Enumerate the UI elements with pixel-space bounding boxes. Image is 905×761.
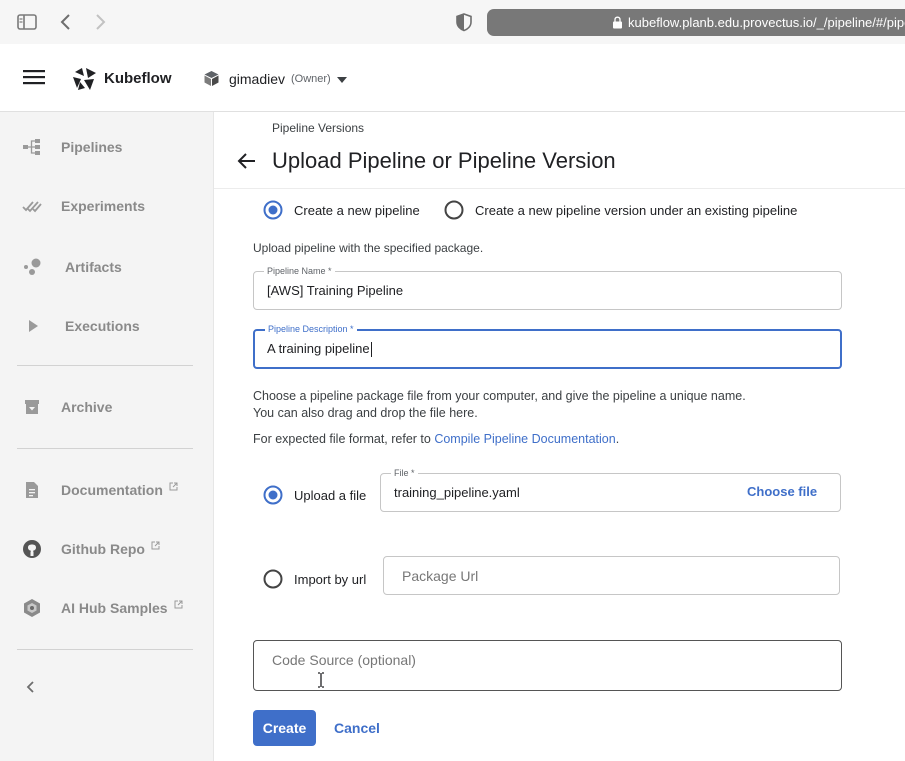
- pipelines-icon: [23, 139, 40, 155]
- sidebar-item-label-wrap: AI Hub Samples: [61, 600, 183, 616]
- code-source-placeholder: Code Source (optional): [272, 652, 416, 668]
- file-field[interactable]: File * training_pipeline.yaml Choose fil…: [380, 467, 841, 512]
- radio-upload-file[interactable]: [263, 485, 283, 505]
- browser-toolbar: kubeflow.planb.edu.provectus.io/_/pipeli…: [0, 0, 905, 44]
- sidebar-item-label: Executions: [65, 318, 140, 334]
- code-source-field[interactable]: Code Source (optional): [253, 640, 842, 691]
- file-label: File *: [391, 467, 418, 479]
- app-header: Kubeflow gimadiev (Owner): [0, 44, 905, 112]
- instructions-line-2: You can also drag and drop the file here…: [253, 406, 478, 420]
- external-link-icon: [169, 482, 178, 491]
- sidebar-item-label-wrap: Documentation: [61, 482, 178, 498]
- document-icon: [26, 482, 38, 498]
- executions-icon: [29, 320, 38, 332]
- brand-name: Kubeflow: [104, 70, 172, 87]
- cancel-button[interactable]: Cancel: [334, 720, 380, 736]
- archive-icon: [25, 400, 39, 414]
- sidebar-item-label: AI Hub Samples: [61, 600, 168, 616]
- artifacts-icon: [24, 258, 41, 275]
- compile-docs-link[interactable]: Compile Pipeline Documentation: [434, 432, 615, 446]
- namespace-name: gimadiev: [229, 71, 286, 87]
- sidebar-item-experiments[interactable]: Experiments: [0, 186, 213, 226]
- pipeline-description-value-wrap: A training pipeline: [267, 341, 372, 358]
- package-url-placeholder: Package Url: [402, 568, 479, 584]
- address-bar[interactable]: kubeflow.planb.edu.provectus.io/_/pipeli…: [487, 9, 905, 36]
- pipeline-description-label: Pipeline Description *: [265, 323, 357, 335]
- sidebar-item-label: Documentation: [61, 482, 163, 498]
- sidebar-toggle-icon[interactable]: [16, 11, 38, 33]
- namespace-cube-icon: [204, 71, 219, 86]
- radio-label-import-url[interactable]: Import by url: [294, 572, 366, 587]
- pipeline-description-field[interactable]: Pipeline Description * A training pipeli…: [253, 323, 842, 369]
- dropdown-caret-icon: [337, 77, 347, 83]
- sidebar-divider: [17, 649, 193, 650]
- file-format-prefix: For expected file format, refer to: [253, 432, 435, 446]
- sidebar-item-label: Artifacts: [65, 259, 122, 275]
- file-value: training_pipeline.yaml: [394, 485, 520, 500]
- radio-label-create-new-pipeline[interactable]: Create a new pipeline: [294, 203, 420, 218]
- page-title: Upload Pipeline or Pipeline Version: [272, 148, 616, 173]
- sidebar-item-ai-hub-samples[interactable]: AI Hub Samples: [0, 588, 213, 628]
- sidebar-item-executions[interactable]: Executions: [0, 306, 213, 346]
- sidebar-item-label-wrap: Github Repo: [61, 541, 160, 557]
- breadcrumb[interactable]: Pipeline Versions: [272, 121, 364, 135]
- sidebar-item-archive[interactable]: Archive: [0, 387, 213, 427]
- kubeflow-logo-icon: [73, 68, 96, 90]
- radio-import-url[interactable]: [263, 569, 283, 589]
- lock-icon: [613, 16, 622, 29]
- collapse-sidebar-icon[interactable]: [22, 678, 40, 696]
- sidebar-item-github-repo[interactable]: Github Repo: [0, 529, 213, 569]
- pipeline-name-value: [AWS] Training Pipeline: [267, 283, 404, 298]
- create-button[interactable]: Create: [253, 710, 316, 746]
- external-link-icon: [151, 541, 160, 550]
- choose-file-button[interactable]: Choose file: [747, 484, 817, 499]
- namespace-role: (Owner): [291, 73, 331, 85]
- file-format-note: For expected file format, refer to Compi…: [253, 432, 619, 446]
- radio-create-new-pipeline[interactable]: [263, 200, 283, 220]
- pipeline-name-field[interactable]: Pipeline Name * [AWS] Training Pipeline: [253, 265, 842, 310]
- url-text: kubeflow.planb.edu.provectus.io/_/pipeli…: [628, 15, 905, 30]
- experiments-icon: [22, 201, 42, 213]
- sidebar-item-pipelines[interactable]: Pipelines: [0, 127, 213, 167]
- upload-helper-text: Upload pipeline with the specified packa…: [253, 241, 484, 255]
- radio-label-upload-file[interactable]: Upload a file: [294, 488, 366, 503]
- sidebar-item-artifacts[interactable]: Artifacts: [0, 247, 213, 287]
- radio-create-new-version[interactable]: [444, 200, 464, 220]
- package-url-field[interactable]: Package Url: [383, 556, 840, 595]
- ai-hub-icon: [24, 599, 40, 617]
- instructions-line-1: Choose a pipeline package file from your…: [253, 389, 746, 403]
- sidebar-item-label: Archive: [61, 399, 113, 415]
- radio-label-create-new-version[interactable]: Create a new pipeline version under an e…: [475, 203, 797, 218]
- sidebar-divider: [17, 448, 193, 449]
- pipeline-name-label: Pipeline Name *: [264, 265, 335, 277]
- file-format-suffix: .: [615, 432, 620, 446]
- sidebar-item-label: Github Repo: [61, 541, 145, 557]
- browser-forward-icon[interactable]: [89, 11, 111, 33]
- sidebar-item-label: Pipelines: [61, 139, 123, 155]
- sidebar-divider: [17, 365, 193, 366]
- text-cursor: [370, 342, 372, 358]
- external-link-icon: [174, 600, 183, 609]
- title-divider: [214, 188, 905, 189]
- hamburger-menu-icon[interactable]: [23, 69, 45, 85]
- github-icon: [23, 540, 41, 558]
- sidebar: Pipelines Experiments Artifacts Executio…: [0, 112, 214, 761]
- privacy-shield-icon[interactable]: [453, 11, 475, 33]
- sidebar-item-documentation[interactable]: Documentation: [0, 470, 213, 510]
- sidebar-item-label: Experiments: [61, 198, 146, 214]
- pipeline-description-value: A training pipeline: [267, 341, 370, 356]
- back-arrow-icon[interactable]: [236, 150, 258, 172]
- browser-back-icon[interactable]: [55, 11, 77, 33]
- text-ibeam-cursor-icon: [318, 672, 324, 688]
